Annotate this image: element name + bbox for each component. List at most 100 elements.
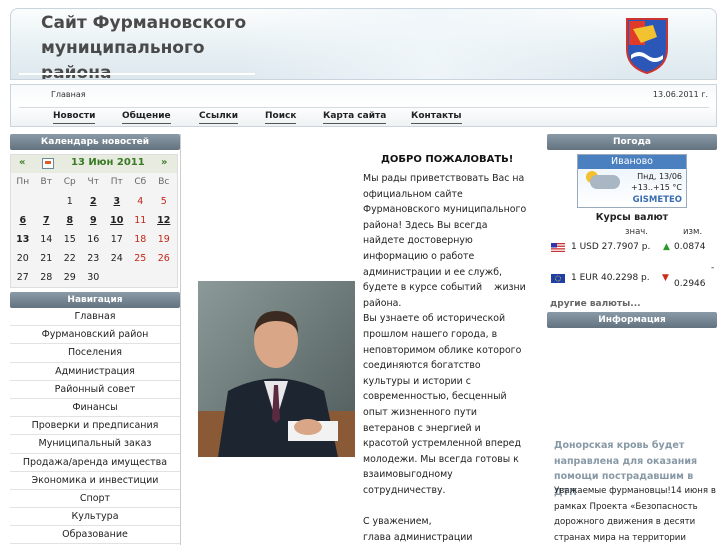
calendar-day: 21 xyxy=(40,253,53,264)
menu-sitemap[interactable]: Карта сайта xyxy=(323,111,387,124)
welcome-line: ветеранов с энергией и xyxy=(363,422,481,434)
nav-item-administration[interactable]: Администрация xyxy=(10,362,180,381)
eur-change: 0.2946 xyxy=(674,279,706,289)
welcome-line: официальном сайте xyxy=(363,188,463,200)
welcome-line: Мы рады приветствовать Вас на xyxy=(363,173,525,184)
calendar-day: 30 xyxy=(87,272,100,283)
usd-rate: 1 USD 27.7907 р. xyxy=(571,242,651,252)
weekday-label: Вс xyxy=(158,177,170,187)
calendar-day-link[interactable]: 9 xyxy=(82,211,106,230)
up-arrow-icon: ▲ xyxy=(663,242,670,252)
calendar-week: 1 2 3 4 5 xyxy=(11,192,177,211)
welcome-line xyxy=(363,498,543,514)
weather-temperature: +13..+15 °C xyxy=(631,183,682,192)
calendar-day-link[interactable]: 3 xyxy=(105,192,129,211)
calendar-day: 11 xyxy=(134,215,147,226)
welcome-line: администрации и ее служб, xyxy=(363,266,502,278)
calendar-day: 29 xyxy=(63,272,76,283)
eu-flag-icon xyxy=(551,274,565,283)
rates-header: знач. изм. xyxy=(547,223,717,239)
weather-widget[interactable]: Иваново Пнд, 13/06 +13..+15 °C GISMETEO xyxy=(577,154,687,208)
calendar-day xyxy=(105,268,129,287)
calendar-day: 1 xyxy=(66,196,73,207)
title-underline xyxy=(19,73,255,75)
right-sidebar: Погода Иваново Пнд, 13/06 +13..+15 °C GI… xyxy=(547,134,717,545)
calendar-month: 13 Июн 2011 xyxy=(71,157,145,168)
welcome-line: современностью, бесценный xyxy=(363,391,507,403)
navigation-title: Навигация xyxy=(10,292,180,308)
calendar-day-link[interactable]: 6 xyxy=(11,211,35,230)
calendar-prev-button[interactable]: « xyxy=(19,157,25,168)
rates-col-change: изм. xyxy=(683,227,703,237)
menu-communication[interactable]: Общение xyxy=(122,111,171,124)
calendar-day: 22 xyxy=(63,253,76,264)
menu-links[interactable]: Ссылки xyxy=(199,111,239,124)
weather-date: Пнд, 13/06 xyxy=(637,172,682,181)
navigation-block: Навигация Главная Фурмановский район Пос… xyxy=(10,292,180,545)
welcome-line: будете в курсе событий жизни xyxy=(363,282,526,294)
eur-change-sign: - xyxy=(711,263,715,273)
nav-item-property[interactable]: Продажа/аренда имущества xyxy=(10,453,180,472)
calendar-day: 5 xyxy=(160,196,167,207)
page: { "header": { "site_title_line1": "Сайт … xyxy=(0,0,727,545)
cloud-icon xyxy=(590,175,620,189)
breadcrumb[interactable]: Главная xyxy=(51,90,86,99)
official-photo xyxy=(198,281,355,457)
calendar-day: 23 xyxy=(87,253,100,264)
menu-news[interactable]: Новости xyxy=(53,111,96,124)
nav-item-education[interactable]: Образование xyxy=(10,526,180,545)
news-calendar: « 13 Июн 2011 » Пн Вт Ср Чт Пт Сб Вс 1 2… xyxy=(10,154,178,288)
calendar-next-button[interactable]: » xyxy=(161,157,167,168)
menu-search[interactable]: Поиск xyxy=(265,111,297,124)
menu-contacts[interactable]: Контакты xyxy=(411,111,462,124)
more-currencies-link[interactable]: другие валюты... xyxy=(550,299,717,309)
nav-item-procurement[interactable]: Муниципальный заказ xyxy=(10,435,180,454)
welcome-line: Фурмановского муниципального xyxy=(363,204,527,216)
calendar-today-icon[interactable] xyxy=(42,158,54,169)
calendar-day: 26 xyxy=(157,253,170,264)
calendar-day xyxy=(11,192,35,211)
calendar-day: 14 xyxy=(40,234,53,245)
main-content: ДОБРО ПОЖАЛОВАТЬ! Мы рады приветствовать… xyxy=(183,134,546,545)
calendar-day xyxy=(152,268,176,287)
nav-item-finance[interactable]: Финансы xyxy=(10,398,180,418)
calendar-day-link[interactable]: 12 xyxy=(152,211,176,230)
rates-col-value: знач. xyxy=(625,227,649,237)
calendar-day xyxy=(35,192,59,211)
info-title: Информация xyxy=(547,312,717,328)
site-title-line: района xyxy=(41,63,112,80)
nav-item-council[interactable]: Районный совет xyxy=(10,380,180,399)
left-sidebar: Календарь новостей « 13 Июн 2011 » Пн Вт… xyxy=(10,134,181,545)
nav-item-economy[interactable]: Экономика и инвестиции xyxy=(10,471,180,490)
nav-item-culture[interactable]: Культура xyxy=(10,508,180,527)
calendar-day-link[interactable]: 2 xyxy=(82,192,106,211)
nav-item-inspections[interactable]: Проверки и предписания xyxy=(10,417,180,436)
nav-item-home[interactable]: Главная xyxy=(10,308,180,327)
site-header: Сайт Фурмановского муниципального района xyxy=(10,8,717,80)
welcome-line: Вы узнаете об исторической xyxy=(363,313,506,325)
welcome-line: культуры и истории с xyxy=(363,375,471,387)
welcome-line: взаимовыгодному xyxy=(363,469,453,481)
weekday-label: Вт xyxy=(40,177,52,187)
calendar-day-link[interactable]: 8 xyxy=(58,211,82,230)
calendar-day: 20 xyxy=(16,253,29,264)
welcome-line: неповторимом облике которого xyxy=(363,344,522,356)
calendar-week: 6 7 8 9 10 11 12 xyxy=(11,211,177,230)
weekday-label: Ср xyxy=(63,177,76,187)
welcome-line: глава администрации xyxy=(363,531,473,543)
calendar-day: 24 xyxy=(110,253,123,264)
welcome-line: С уважением, xyxy=(363,516,432,528)
welcome-line: красотой устремленной вперед xyxy=(363,438,521,450)
down-arrow-icon: ▼ xyxy=(662,273,669,283)
nav-item-district[interactable]: Фурмановский район xyxy=(10,326,180,345)
nav-item-sport[interactable]: Спорт xyxy=(10,489,180,509)
rate-eur: 1 EUR 40.2298 р. ▼ - 0.2946 xyxy=(547,263,717,299)
site-title[interactable]: Сайт Фурмановского муниципального района xyxy=(41,11,246,80)
welcome-line: опыт жизненного пути xyxy=(363,406,477,418)
calendar-day-link[interactable]: 10 xyxy=(105,211,129,230)
calendar-day-today: 13 xyxy=(16,234,30,245)
calendar-day-link[interactable]: 7 xyxy=(35,211,59,230)
top-navbar: Главная 13.06.2011 г. Новости Общение Сс… xyxy=(10,84,717,127)
nav-item-settlements[interactable]: Поселения xyxy=(10,344,180,363)
welcome-line: молодежи. Мы всегда готовы к xyxy=(363,453,519,465)
